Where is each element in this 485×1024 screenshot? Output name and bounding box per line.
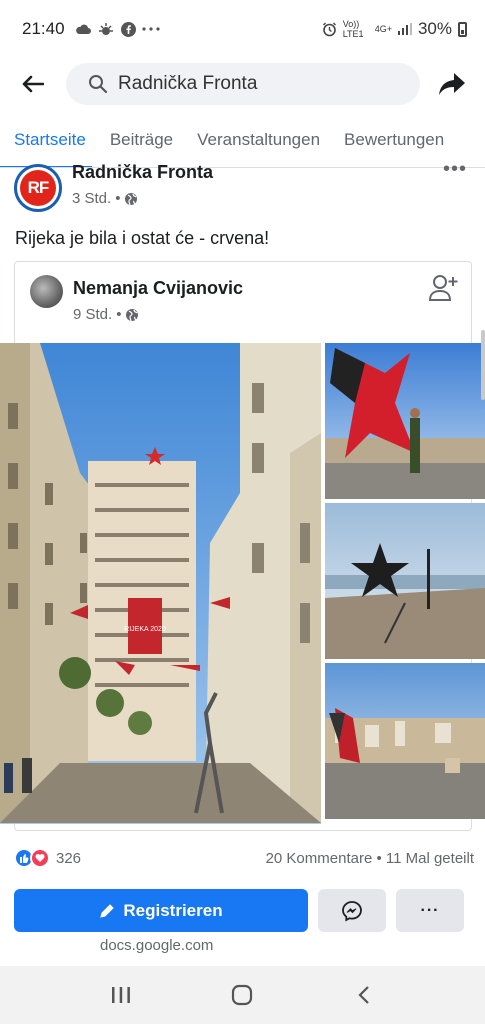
system-nav-bar [0, 966, 485, 1024]
banner-text: RIJEKA 2020 [124, 626, 166, 633]
post-author[interactable]: Radnička Fronta [72, 162, 213, 183]
meta-separator: • [115, 190, 121, 207]
scrollbar[interactable] [481, 330, 485, 400]
action-row: Registrieren ··· [14, 889, 470, 932]
search-icon [88, 74, 108, 94]
photo-main[interactable]: RIJEKA 2020 [0, 343, 321, 824]
meta-separator: • [116, 306, 122, 323]
more-actions-button[interactable]: ··· [396, 889, 464, 932]
status-right: Vo)) LTE1 4G+ 30% [322, 19, 467, 39]
photo-grid: RIJEKA 2020 [0, 343, 485, 824]
post-options-button[interactable]: ••• [443, 158, 467, 181]
back-nav-button[interactable] [339, 975, 389, 1015]
shared-post-time: 9 Std. [73, 306, 113, 323]
network-label: Vo)) LTE1 [342, 19, 364, 39]
share-button[interactable] [420, 62, 484, 106]
battery-level: 30% [417, 19, 452, 38]
page-avatar[interactable]: RF [14, 164, 62, 212]
search-query: Radnička Fronta [118, 73, 258, 94]
home-button[interactable] [217, 975, 267, 1015]
photo-side-2[interactable] [325, 503, 485, 659]
register-label: Registrieren [123, 900, 223, 920]
pencil-icon [100, 903, 115, 918]
photo-side-3[interactable] [325, 663, 485, 819]
facebook-icon [120, 21, 136, 37]
page-logo-text: RF [20, 170, 56, 206]
post-text: Rijeka je bila i ostat će - crvena! [15, 228, 270, 248]
recents-button[interactable] [96, 975, 146, 1015]
reaction-count: 326 [56, 849, 82, 867]
reaction-icons [14, 848, 50, 868]
search-input[interactable]: Radnička Fronta [66, 63, 420, 105]
globe-icon [126, 308, 139, 321]
arrow-left-icon [22, 75, 44, 93]
add-friend-icon [428, 275, 458, 301]
shared-author[interactable]: Nemanja Cvijanovic [73, 278, 243, 299]
weather-icon [98, 23, 113, 35]
post-time: 3 Std. [72, 190, 112, 207]
photo-side-1[interactable] [325, 343, 485, 499]
status-bar: 21:40 Vo)) LTE1 4G+ 30% [0, 0, 485, 58]
home-icon [232, 984, 253, 1006]
messenger-button[interactable] [318, 889, 386, 932]
alarm-icon [322, 22, 336, 36]
status-time: 21:40 [22, 19, 65, 38]
comments-shares[interactable]: 20 Kommentare • 11 Mal geteilt [266, 850, 474, 867]
share-icon [439, 73, 465, 95]
globe-icon [125, 192, 138, 205]
post-meta: 3 Std. • [72, 190, 138, 207]
shared-post-meta: 9 Std. • [73, 306, 139, 323]
network-type: 4G+ [374, 24, 392, 34]
add-friend-button[interactable] [428, 273, 459, 306]
register-button[interactable]: Registrieren [14, 889, 308, 932]
battery-icon [458, 21, 467, 37]
shared-author-avatar[interactable] [30, 275, 63, 308]
love-icon [30, 848, 50, 868]
back-button[interactable] [0, 62, 66, 106]
reactions-row[interactable]: 326 20 Kommentare • 11 Mal geteilt [14, 845, 474, 871]
recents-icon [111, 987, 130, 1003]
search-header: Radnička Fronta [0, 58, 485, 110]
cloud-icon [75, 24, 91, 34]
signal-icon [397, 23, 412, 35]
notification-icons [75, 21, 160, 37]
post-header: RF Radnička Fronta 3 Std. • ••• [0, 158, 485, 214]
chevron-left-icon [358, 986, 369, 1004]
more-dots-icon [141, 27, 160, 31]
link-domain: docs.google.com [100, 937, 214, 954]
messenger-icon [342, 900, 362, 922]
